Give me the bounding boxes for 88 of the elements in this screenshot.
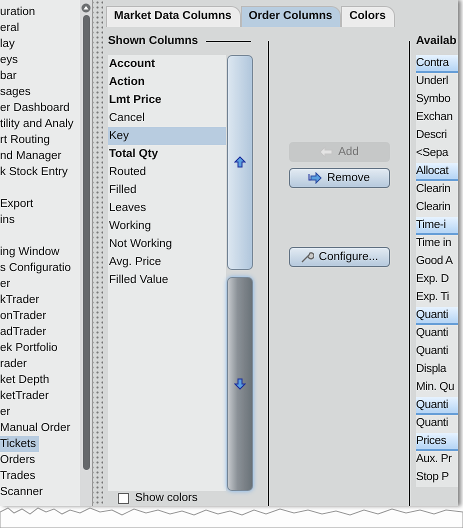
list-item[interactable]: Filled bbox=[108, 181, 226, 199]
checkbox[interactable] bbox=[118, 492, 129, 504]
sidebar-item[interactable]: adTrader bbox=[0, 324, 80, 340]
sidebar-item[interactable]: rader bbox=[0, 356, 80, 372]
list-item[interactable]: Avg. Price bbox=[108, 253, 226, 271]
list-item[interactable]: Working bbox=[108, 217, 226, 235]
list-item[interactable]: Exp. D bbox=[416, 271, 458, 289]
shown-columns-list[interactable]: Account Action Lmt Price Cancel Key Total Qty Routed Filled Leaves Working Not Working Avg. Price Filled Value bbox=[108, 55, 226, 491]
configure-button[interactable]: Configure... bbox=[288, 247, 390, 267]
sidebar-item[interactable]: Trades bbox=[0, 468, 80, 484]
list-item[interactable]: Filled Value bbox=[108, 271, 226, 289]
sidebar-item[interactable]: ek Portfolio bbox=[0, 340, 80, 356]
sidebar-item[interactable]: er bbox=[0, 404, 80, 420]
sidebar-item[interactable]: eral bbox=[0, 20, 80, 36]
list-item[interactable]: Quanti bbox=[416, 325, 458, 343]
list-item[interactable]: <Sepa bbox=[416, 145, 458, 163]
list-item[interactable]: Quanti bbox=[416, 343, 458, 361]
sidebar-item[interactable]: Tickets bbox=[0, 436, 39, 452]
sidebar-item[interactable]: Scanner bbox=[0, 484, 80, 500]
sidebar-item[interactable]: k Stock Entry bbox=[0, 164, 80, 180]
available-columns-list[interactable]: Contra Underl Symbo Exchan Descri <Sepa Allocat Clearin Clearin Time-i Time in Good A Exp. D Exp. Ti Quanti Quanti Quanti Displa Min. Qu Quanti Quanti Prices Aux. Pr Stop P bbox=[416, 55, 458, 487]
sidebar-item[interactable]: rt Routing bbox=[0, 132, 80, 148]
arrow-right-icon bbox=[308, 172, 322, 184]
list-item[interactable]: Total Qty bbox=[108, 145, 226, 163]
sidebar-item[interactable]: onTrader bbox=[0, 308, 80, 324]
arrow-up-icon bbox=[234, 156, 246, 168]
arrow-down-icon bbox=[234, 378, 246, 390]
list-item[interactable]: Displa bbox=[416, 361, 458, 379]
section-title: Shown Columns bbox=[108, 35, 198, 47]
sidebar-item[interactable]: bar bbox=[0, 68, 80, 84]
remove-button[interactable]: Remove bbox=[288, 168, 390, 188]
list-item[interactable]: Clearin bbox=[416, 181, 458, 199]
list-item[interactable]: Aux. Pr bbox=[416, 451, 458, 469]
scroll-up-icon[interactable] bbox=[81, 3, 91, 13]
list-item[interactable]: Good A bbox=[416, 253, 458, 271]
group-header[interactable]: Prices bbox=[416, 433, 458, 451]
list-item[interactable]: Time in bbox=[416, 235, 458, 253]
list-item[interactable]: Key bbox=[108, 127, 226, 145]
sidebar-item[interactable]: nd Manager bbox=[0, 148, 80, 164]
scrollbar[interactable] bbox=[80, 0, 93, 506]
list-item[interactable]: Cancel bbox=[108, 109, 226, 127]
list-item[interactable]: Routed bbox=[108, 163, 226, 181]
sidebar-item[interactable]: Manual Order bbox=[0, 420, 80, 436]
list-item[interactable]: Clearin bbox=[416, 199, 458, 217]
wrench-icon bbox=[300, 251, 314, 263]
sidebar-item[interactable]: ket Depth bbox=[0, 372, 80, 388]
sidebar-item[interactable]: er Dashboard bbox=[0, 100, 80, 116]
sidebar-item[interactable]: s Configuratio bbox=[0, 260, 80, 276]
list-item[interactable]: Descri bbox=[416, 127, 458, 145]
group-header[interactable]: Contra bbox=[416, 55, 458, 73]
sidebar-item[interactable]: Export bbox=[0, 196, 80, 212]
move-down-button[interactable] bbox=[227, 276, 253, 491]
sidebar-item[interactable]: ketTrader bbox=[0, 388, 80, 404]
move-up-button[interactable] bbox=[227, 55, 253, 270]
list-item[interactable]: Action bbox=[108, 73, 226, 91]
checkbox-label: Show colors bbox=[135, 492, 198, 504]
sidebar-item[interactable]: ins bbox=[0, 212, 80, 228]
list-item[interactable]: Quanti bbox=[416, 415, 458, 433]
list-item[interactable]: Symbo bbox=[416, 91, 458, 109]
list-item[interactable]: Stop P bbox=[416, 469, 458, 487]
group-header[interactable]: Quanti bbox=[416, 397, 458, 415]
sidebar-item[interactable]: uration bbox=[0, 4, 80, 20]
group-header[interactable]: Quanti bbox=[416, 307, 458, 325]
list-item[interactable]: Exp. Ti bbox=[416, 289, 458, 307]
sidebar-item[interactable]: er bbox=[0, 276, 80, 292]
list-item[interactable]: Leaves bbox=[108, 199, 226, 217]
sidebar-item[interactable]: lay bbox=[0, 36, 80, 52]
list-item[interactable]: Not Working bbox=[108, 235, 226, 253]
sidebar-item[interactable]: Orders bbox=[0, 452, 80, 468]
sidebar-item[interactable]: ing Window bbox=[0, 244, 80, 260]
list-item[interactable]: Account bbox=[108, 55, 226, 73]
sidebar-item[interactable]: tility and Analy bbox=[0, 116, 80, 132]
splitter-handle[interactable] bbox=[93, 0, 103, 506]
group-header[interactable]: Allocat bbox=[416, 163, 458, 181]
list-item[interactable]: Min. Qu bbox=[416, 379, 458, 397]
sidebar-item[interactable]: eys bbox=[0, 52, 80, 68]
scroll-thumb[interactable] bbox=[82, 15, 90, 470]
section-title: Availab bbox=[416, 35, 456, 47]
sidebar-item[interactable]: sages bbox=[0, 84, 80, 100]
list-item[interactable]: Lmt Price bbox=[108, 91, 226, 109]
arrow-left-icon bbox=[319, 146, 334, 158]
tab[interactable]: Order Columns bbox=[240, 6, 342, 27]
sidebar-item[interactable]: kTrader bbox=[0, 292, 80, 308]
tab[interactable]: Colors bbox=[341, 6, 395, 27]
tab[interactable]: Market Data Columns bbox=[106, 6, 241, 27]
list-item[interactable]: Exchan bbox=[416, 109, 458, 127]
group-header[interactable]: Time-i bbox=[416, 217, 458, 235]
list-item[interactable]: Underl bbox=[416, 73, 458, 91]
